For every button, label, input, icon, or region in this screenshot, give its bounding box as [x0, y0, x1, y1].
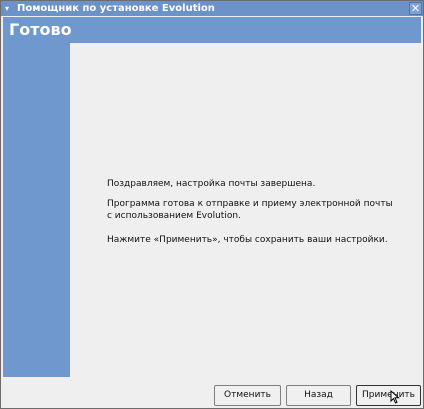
- content-area: Поздравляем, настройка почты завершена. …: [70, 43, 421, 377]
- back-button[interactable]: Назад: [286, 385, 351, 406]
- close-icon[interactable]: ✕: [409, 2, 422, 15]
- cancel-button[interactable]: Отменить: [214, 385, 281, 406]
- apply-button[interactable]: Применить: [356, 385, 421, 406]
- ready-text-line2: с использованием Evolution.: [107, 211, 241, 221]
- mouse-cursor-icon: [390, 390, 400, 404]
- page-header: Готово: [3, 17, 421, 43]
- ready-text-line1: Программа готова к отправке и приему эле…: [107, 199, 393, 209]
- congrats-text: Поздравляем, настройка почты завершена.: [107, 179, 316, 189]
- assistant-window: ▾ Помощник по установке Evolution ✕ Гото…: [0, 0, 424, 409]
- title-bar[interactable]: ▾ Помощник по установке Evolution ✕: [1, 1, 423, 16]
- apply-hint-text: Нажмите «Применить», чтобы сохранить ваш…: [107, 235, 388, 245]
- side-panel: [3, 43, 70, 377]
- window-title: Помощник по установке Evolution: [17, 3, 215, 14]
- page-title: Готово: [9, 20, 72, 39]
- window-menu-icon[interactable]: ▾: [5, 1, 9, 16]
